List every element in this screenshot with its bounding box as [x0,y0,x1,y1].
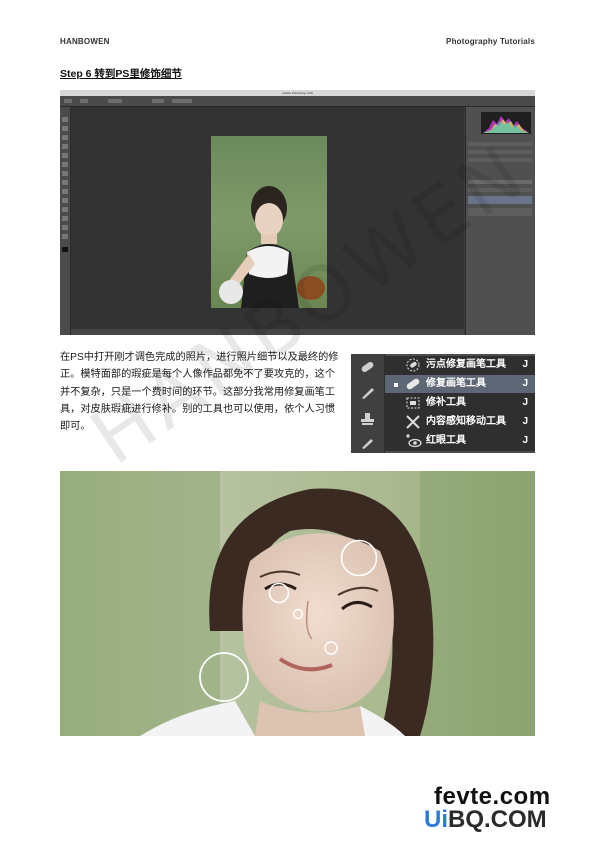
menu-item-spot-healing-brush[interactable]: 污点修复画笔工具 J [385,356,535,374]
menu-item-shortcut: J [522,416,528,427]
ps-toolbar [60,107,71,335]
header-category: Photography Tutorials [446,37,535,46]
portrait-photo [60,471,535,736]
menu-item-healing-brush[interactable]: 修复画笔工具 J [385,375,535,393]
brush-icon [362,388,374,399]
ps-options-bar [60,96,535,107]
bandage-icon [361,361,374,373]
tool-menu-list: 污点修复画笔工具 J 修复画笔工具 J 修补工具 J 内容感知移动工具 J 红眼… [385,356,535,451]
logo-bottom-text: UiBQ.COM [424,806,547,834]
patch-tool-icon [406,397,420,409]
site-logo: fevte.com UiBQ.COM [420,783,590,833]
menu-item-red-eye[interactable]: 红眼工具 J [385,432,535,450]
content-aware-move-icon [406,415,420,429]
healing-tool-flyout: 污点修复画笔工具 J 修复画笔工具 J 修补工具 J 内容感知移动工具 J 红眼… [351,354,535,453]
healing-brush-icon [406,378,420,390]
red-eye-icon [406,434,422,448]
spot-healing-brush-icon [406,358,420,372]
header-author: HANBOWEN [60,37,110,46]
menu-item-label: 内容感知移动工具 [426,416,506,427]
menu-item-shortcut: J [522,397,528,408]
logo-rest-text: BQ.COM [448,806,547,833]
tool-column [351,354,385,453]
menu-item-shortcut: J [522,378,528,389]
menu-item-patch-tool[interactable]: 修补工具 J [385,394,535,412]
menu-item-label: 修复画笔工具 [426,378,486,389]
stamp-icon [361,413,374,425]
menu-item-shortcut: J [522,359,528,370]
step-title: Step 6 转到PS里修饰细节 [60,68,182,80]
selected-bullet-icon [394,383,398,387]
menu-item-content-aware-move[interactable]: 内容感知移动工具 J [385,413,535,431]
menu-item-label: 污点修复画笔工具 [426,359,506,370]
history-brush-icon [362,439,373,449]
logo-ui-text: Ui [424,806,448,833]
menu-item-label: 修补工具 [426,397,466,408]
menu-item-label: 红眼工具 [426,435,466,446]
menu-item-shortcut: J [522,435,528,446]
